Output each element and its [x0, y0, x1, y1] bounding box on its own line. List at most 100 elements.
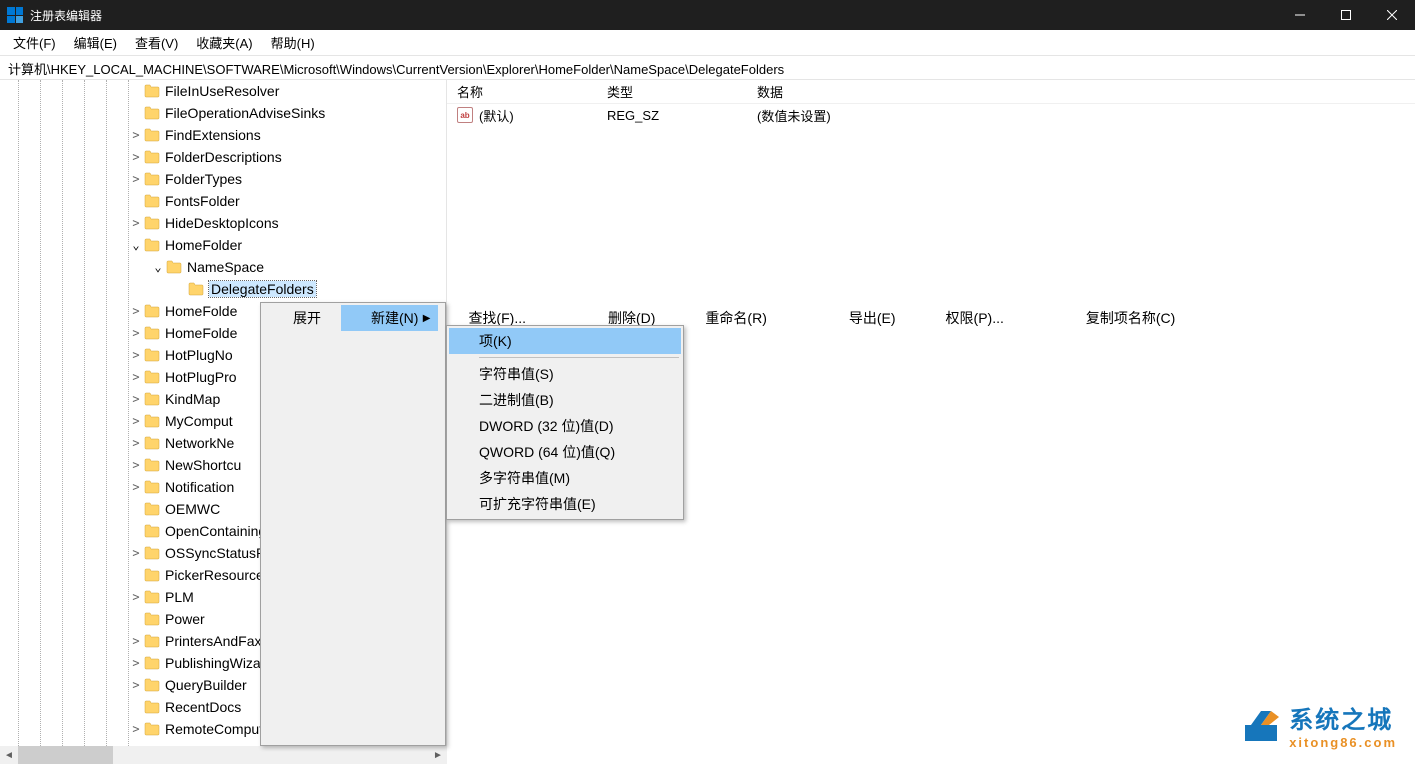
tree-node-label[interactable]: KindMap: [165, 391, 220, 407]
tree-node[interactable]: DelegateFolders: [0, 278, 446, 300]
tree-node-label[interactable]: FileOperationAdviseSinks: [165, 105, 325, 121]
context-item[interactable]: 复制项名称(C): [1056, 305, 1195, 331]
tree-node-label[interactable]: HotPlugPro: [165, 369, 237, 385]
expander-icon[interactable]: >: [128, 216, 144, 230]
scroll-thumb[interactable]: [18, 746, 113, 764]
expander-icon[interactable]: >: [128, 436, 144, 450]
scroll-left-button[interactable]: ◄: [0, 746, 18, 764]
context-item[interactable]: 可扩充字符串值(E): [449, 491, 681, 517]
expander-icon[interactable]: >: [128, 172, 144, 186]
context-submenu-new[interactable]: 项(K) 字符串值(S)二进制值(B)DWORD (32 位)值(D)QWORD …: [446, 325, 684, 520]
menu-item[interactable]: 帮助(H): [262, 30, 324, 55]
tree-node-label[interactable]: FolderTypes: [165, 171, 242, 187]
tree-node[interactable]: > HideDesktopIcons: [0, 212, 446, 234]
context-item[interactable]: 二进制值(B): [449, 387, 681, 413]
tree-node-label[interactable]: MyComput: [165, 413, 233, 429]
watermark-url: xitong86.com: [1289, 735, 1397, 750]
tree-node[interactable]: ⌄ NameSpace: [0, 256, 446, 278]
tree-node[interactable]: FontsFolder: [0, 190, 446, 212]
menu-item[interactable]: 编辑(E): [65, 30, 126, 55]
tree-node-label[interactable]: HomeFolde: [165, 325, 237, 341]
cell-name[interactable]: ab(默认): [447, 106, 597, 125]
list-row[interactable]: ab(默认)REG_SZ(数值未设置): [447, 104, 1415, 126]
tree-node-label[interactable]: FindExtensions: [165, 127, 261, 143]
folder-icon: [144, 590, 160, 604]
context-item[interactable]: 权限(P)...: [916, 305, 1024, 331]
col-type[interactable]: 类型: [597, 82, 747, 101]
tree-hscroll[interactable]: ◄ ►: [0, 746, 447, 764]
tree-node-label[interactable]: HomeFolde: [165, 303, 237, 319]
minimize-button[interactable]: [1277, 0, 1323, 30]
tree-node-label[interactable]: PLM: [165, 589, 194, 605]
tree-node-label[interactable]: PublishingWizard: [165, 655, 273, 671]
expander-icon[interactable]: >: [128, 678, 144, 692]
folder-icon: [144, 656, 160, 670]
context-item[interactable]: 新建(N)▶: [341, 305, 438, 331]
expander-icon[interactable]: >: [128, 128, 144, 142]
tree-node-label[interactable]: QueryBuilder: [165, 677, 247, 693]
tree-node[interactable]: FileInUseResolver: [0, 80, 446, 102]
tree-node[interactable]: > FolderDescriptions: [0, 146, 446, 168]
expander-icon[interactable]: ⌄: [128, 238, 144, 252]
tree-node-label[interactable]: HideDesktopIcons: [165, 215, 279, 231]
tree-node-label[interactable]: HomeFolder: [165, 237, 242, 253]
tree-node-label[interactable]: Notification: [165, 479, 234, 495]
expander-icon[interactable]: >: [128, 414, 144, 428]
context-item[interactable]: 字符串值(S): [449, 361, 681, 387]
expander-icon[interactable]: >: [128, 392, 144, 406]
context-item[interactable]: 多字符串值(M): [449, 465, 681, 491]
expander-icon[interactable]: >: [128, 304, 144, 318]
expander-icon[interactable]: >: [128, 656, 144, 670]
tree-node[interactable]: > FindExtensions: [0, 124, 446, 146]
context-item[interactable]: 导出(E): [819, 305, 916, 331]
context-menu[interactable]: 展开新建(N)▶查找(F)...删除(D)重命名(R)导出(E)权限(P)...…: [260, 302, 446, 746]
expander-icon[interactable]: >: [128, 480, 144, 494]
menu-item[interactable]: 文件(F): [4, 30, 65, 55]
expander-icon[interactable]: >: [128, 150, 144, 164]
tree-node-label[interactable]: FolderDescriptions: [165, 149, 282, 165]
folder-icon: [144, 326, 160, 340]
context-item[interactable]: QWORD (64 位)值(Q): [449, 439, 681, 465]
scroll-right-button[interactable]: ►: [429, 746, 447, 764]
tree-node-label[interactable]: NetworkNe: [165, 435, 234, 451]
tree-node-label[interactable]: DelegateFolders: [209, 281, 316, 297]
tree-node-label[interactable]: NameSpace: [187, 259, 264, 275]
maximize-button[interactable]: [1323, 0, 1369, 30]
context-item[interactable]: 展开: [263, 305, 341, 331]
menu-item[interactable]: 收藏夹(A): [187, 30, 261, 55]
expander-icon[interactable]: >: [128, 634, 144, 648]
context-item[interactable]: 项(K): [449, 328, 681, 354]
tree-node-label[interactable]: FontsFolder: [165, 193, 240, 209]
tree-node[interactable]: > FolderTypes: [0, 168, 446, 190]
separator: [479, 357, 679, 358]
close-button[interactable]: [1369, 0, 1415, 30]
context-item[interactable]: 重命名(R): [675, 305, 786, 331]
tree-node-label[interactable]: PickerResources: [165, 567, 271, 583]
col-name[interactable]: 名称: [447, 82, 597, 101]
tree-node-label[interactable]: FileInUseResolver: [165, 83, 279, 99]
list-header[interactable]: 名称 类型 数据: [447, 80, 1415, 104]
expander-icon[interactable]: ⌄: [150, 260, 166, 274]
tree-node-label[interactable]: HotPlugNo: [165, 347, 233, 363]
context-item[interactable]: DWORD (32 位)值(D): [449, 413, 681, 439]
tree-node[interactable]: ⌄ HomeFolder: [0, 234, 446, 256]
expander-icon[interactable]: >: [128, 370, 144, 384]
folder-icon: [144, 524, 160, 538]
folder-icon: [144, 678, 160, 692]
tree-node[interactable]: FileOperationAdviseSinks: [0, 102, 446, 124]
scroll-track[interactable]: [18, 746, 429, 764]
tree-node-label[interactable]: OEMWC: [165, 501, 220, 517]
tree-node-label[interactable]: Power: [165, 611, 205, 627]
expander-icon[interactable]: >: [128, 546, 144, 560]
expander-icon[interactable]: >: [128, 590, 144, 604]
tree-node-label[interactable]: RecentDocs: [165, 699, 241, 715]
col-data[interactable]: 数据: [747, 82, 1415, 101]
tree-node-label[interactable]: NewShortcu: [165, 457, 241, 473]
address-bar[interactable]: 计算机\HKEY_LOCAL_MACHINE\SOFTWARE\Microsof…: [0, 56, 1415, 80]
expander-icon[interactable]: >: [128, 326, 144, 340]
tree-node-label[interactable]: RemoteComputer: [165, 721, 276, 737]
expander-icon[interactable]: >: [128, 458, 144, 472]
expander-icon[interactable]: >: [128, 348, 144, 362]
expander-icon[interactable]: >: [128, 722, 144, 736]
menu-item[interactable]: 查看(V): [126, 30, 187, 55]
